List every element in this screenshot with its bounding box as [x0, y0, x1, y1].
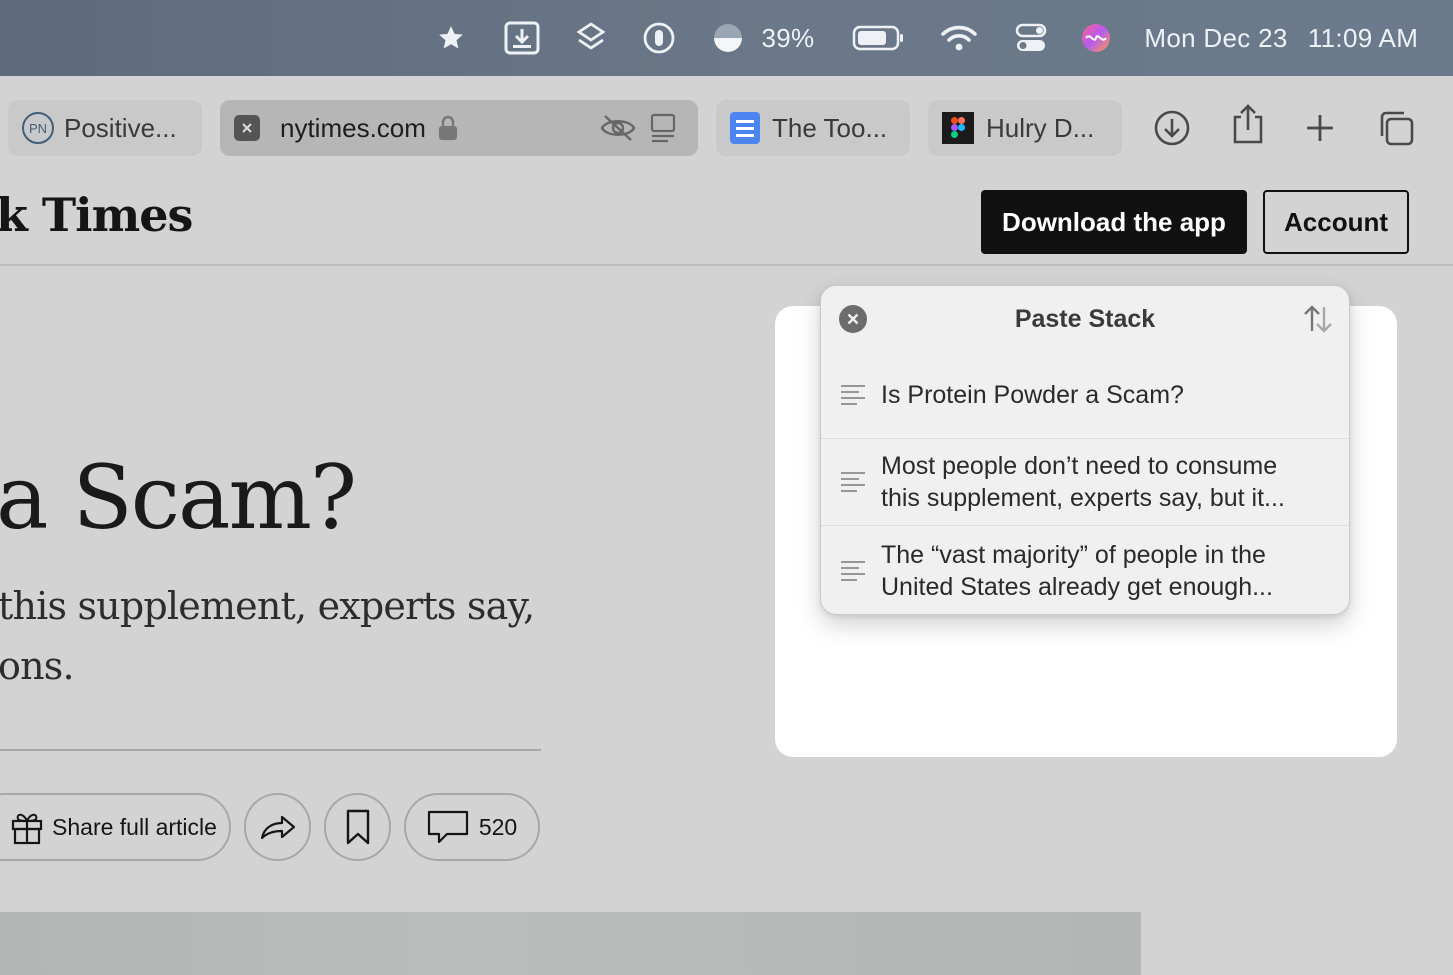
close-icon[interactable]: [839, 305, 867, 333]
half-circle-icon[interactable]: [708, 0, 748, 76]
paste-item-line: United States already get enough...: [881, 572, 1273, 601]
tab-the-too[interactable]: The Too...: [716, 100, 910, 156]
article-image: [0, 912, 1141, 975]
paste-stack-item[interactable]: Most people don’t need to consume this s…: [821, 438, 1349, 525]
paste-stack-title: Paste Stack: [1014, 304, 1156, 333]
paste-item-line: The “vast majority” of people in the: [881, 540, 1266, 569]
menu-bar: 39% Mon Dec 23 11:09 AM: [0, 0, 1453, 76]
article-summary: this supplement, experts say, ons.: [0, 576, 558, 696]
comments-button[interactable]: 520: [404, 793, 540, 861]
tab-overview-icon[interactable]: [1374, 106, 1418, 150]
lock-icon: [438, 115, 458, 141]
tab-nytimes[interactable]: nytimes.com: [220, 100, 698, 156]
docs-favicon-icon: [730, 112, 760, 144]
share-full-article-button[interactable]: Share full article: [0, 793, 231, 861]
battery-icon[interactable]: [850, 0, 906, 76]
bookmark-icon: [345, 809, 371, 845]
gift-icon: [10, 809, 44, 845]
tab-bar: PN Positive... nytimes.com The Too... Hu…: [0, 76, 1453, 184]
article-headline: a Scam?: [0, 446, 357, 549]
menubar-date[interactable]: Mon Dec 23: [1140, 0, 1292, 76]
reader-icon[interactable]: [650, 113, 676, 143]
paste-item-text: The “vast majority” of people in the Uni…: [881, 539, 1273, 603]
tab-hulry[interactable]: Hulry D...: [928, 100, 1122, 156]
tab-label: The Too...: [772, 112, 888, 143]
figma-favicon-icon: [942, 112, 974, 144]
downloads-icon[interactable]: [1150, 106, 1194, 150]
comment-count: 520: [478, 813, 518, 840]
tab-label: nytimes.com: [280, 112, 426, 143]
paste-stack-header: Paste Stack: [821, 286, 1349, 352]
tab-label: Positive...: [64, 112, 177, 143]
sort-icon[interactable]: [1301, 303, 1335, 335]
divider: [0, 749, 541, 751]
paste-stack-popup: Paste Stack Is Protein Powder a Scam? Mo…: [820, 285, 1350, 615]
download-app-button[interactable]: Download the app: [981, 190, 1247, 254]
paste-item-text: Is Protein Powder a Scam?: [881, 379, 1184, 411]
download-box-icon[interactable]: [502, 0, 542, 76]
summary-line: this supplement, experts say,: [0, 584, 535, 628]
forward-share-button[interactable]: [244, 793, 311, 861]
site-logo[interactable]: k Times: [0, 188, 193, 242]
forward-arrow-icon: [259, 813, 297, 841]
password-icon[interactable]: [638, 0, 680, 76]
paste-item-text: Most people don’t need to consume this s…: [881, 450, 1285, 514]
layers-icon[interactable]: [570, 0, 612, 76]
text-lines-icon: [821, 384, 881, 406]
control-center-icon[interactable]: [1010, 0, 1052, 76]
paste-stack-item[interactable]: The “vast majority” of people in the Uni…: [821, 525, 1349, 614]
pn-favicon-icon: PN: [22, 112, 54, 144]
tab-label: Hulry D...: [986, 112, 1095, 143]
paste-stack-item[interactable]: Is Protein Powder a Scam?: [821, 352, 1349, 438]
paste-item-line: Is Protein Powder a Scam?: [881, 381, 1184, 409]
comment-icon: [427, 810, 469, 844]
share-label: Share full article: [52, 813, 217, 840]
siri-icon[interactable]: [1078, 0, 1114, 76]
battery-percent: 39%: [761, 22, 815, 53]
close-tab-icon[interactable]: [234, 115, 260, 141]
text-lines-icon: [821, 560, 881, 582]
star-icon[interactable]: [432, 0, 470, 76]
save-bookmark-button[interactable]: [324, 793, 391, 861]
wifi-icon[interactable]: [938, 0, 980, 76]
share-icon[interactable]: [1226, 102, 1270, 146]
paste-item-line: Most people don’t need to consume: [881, 452, 1278, 480]
new-tab-icon[interactable]: [1298, 106, 1342, 150]
hide-distractions-icon[interactable]: [600, 114, 636, 142]
paste-item-line: this supplement, experts say, but it...: [881, 484, 1285, 512]
menubar-time[interactable]: 11:09 AM: [1302, 0, 1424, 76]
account-button[interactable]: Account: [1263, 190, 1409, 254]
tab-positive[interactable]: PN Positive...: [8, 100, 202, 156]
summary-line: ons.: [0, 644, 75, 688]
text-lines-icon: [821, 471, 881, 493]
